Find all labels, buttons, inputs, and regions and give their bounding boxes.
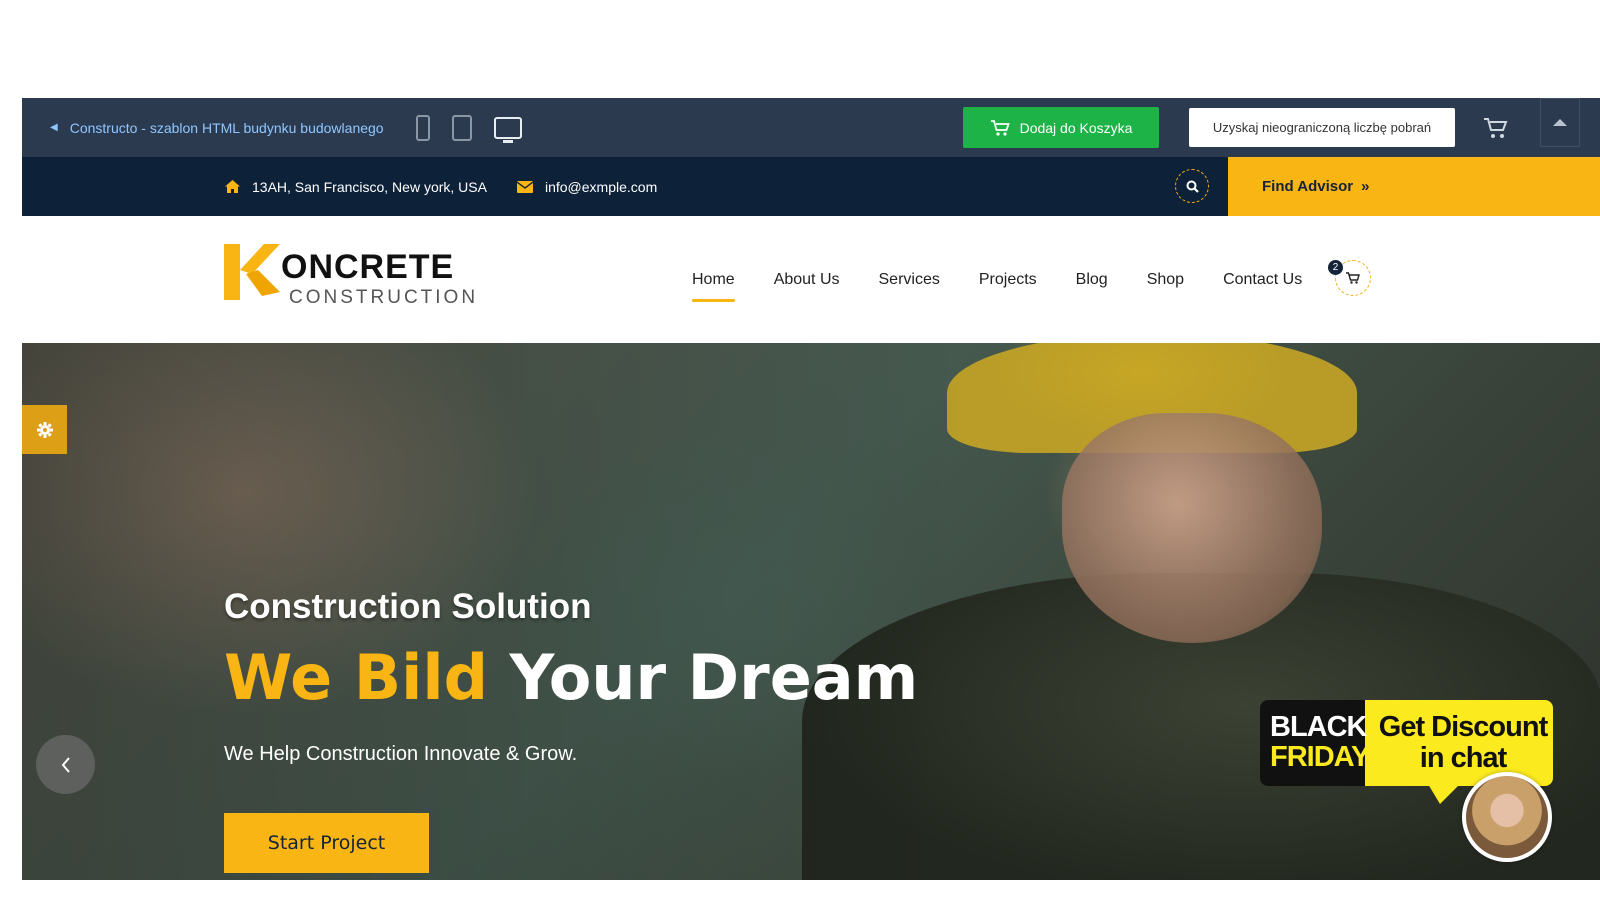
nav-contact-us[interactable]: Contact Us bbox=[1223, 271, 1302, 289]
promo-black-friday: BLACK FRIDAY bbox=[1270, 711, 1370, 773]
double-chevron-right-icon: » bbox=[1361, 178, 1370, 195]
tablet-icon[interactable] bbox=[451, 114, 472, 141]
search-icon bbox=[1186, 180, 1199, 193]
preview-toolbar: ◀ Constructo - szablon HTML budynku budo… bbox=[22, 98, 1600, 157]
hero-title-rest: Your Dream bbox=[487, 641, 919, 714]
unlimited-downloads-button[interactable]: Uzyskaj nieograniczoną liczbę pobrań bbox=[1189, 108, 1455, 147]
hero-slider: Construction Solution We Bild Your Dream… bbox=[22, 343, 1600, 880]
nav-blog[interactable]: Blog bbox=[1076, 271, 1108, 289]
address-text: 13AH, San Francisco, New york, USA bbox=[252, 178, 487, 195]
cart-icon bbox=[1346, 272, 1360, 284]
slider-prev-button[interactable] bbox=[36, 735, 95, 794]
find-advisor-label: Find Advisor bbox=[1262, 178, 1354, 195]
hero-text: We Help Construction Innovate & Grow. bbox=[224, 743, 578, 765]
address-item: 13AH, San Francisco, New york, USA bbox=[225, 179, 487, 195]
caret-left-icon: ◀ bbox=[50, 122, 58, 133]
email-text: info@exmple.com bbox=[544, 178, 658, 195]
chevron-left-icon bbox=[61, 756, 70, 773]
promo-line1: BLACK bbox=[1270, 711, 1367, 743]
nav-home[interactable]: Home bbox=[692, 271, 735, 302]
nav-services[interactable]: Services bbox=[879, 271, 940, 289]
nav-projects[interactable]: Projects bbox=[979, 271, 1037, 289]
hero-title: We Bild Your Dream bbox=[224, 641, 918, 714]
chat-agent-avatar[interactable] bbox=[1462, 772, 1552, 862]
phone-icon[interactable] bbox=[415, 114, 430, 141]
envelope-icon bbox=[516, 180, 533, 193]
add-to-cart-button[interactable]: Dodaj do Koszyka bbox=[963, 107, 1159, 148]
collapse-toolbar-button[interactable] bbox=[1540, 98, 1580, 147]
device-switcher bbox=[415, 114, 522, 143]
logo-subtitle: CONSTRUCTION bbox=[289, 287, 479, 308]
logo-k-mark bbox=[224, 244, 280, 300]
settings-toggle[interactable] bbox=[22, 405, 67, 454]
cart-icon bbox=[990, 119, 1010, 136]
nav-about-us[interactable]: About Us bbox=[774, 271, 840, 289]
cart-icon[interactable] bbox=[1483, 116, 1509, 140]
template-title: Constructo - szablon HTML budynku budowl… bbox=[69, 119, 384, 136]
caret-up-icon bbox=[1553, 119, 1567, 126]
home-icon bbox=[225, 180, 240, 193]
logo-wordmark: ONCRETE bbox=[281, 248, 455, 286]
site-logo[interactable]: ONCRETE CONSTRUCTION bbox=[224, 244, 475, 308]
hero-subtitle: Construction Solution bbox=[224, 587, 592, 626]
add-to-cart-label: Dodaj do Koszyka bbox=[1019, 119, 1133, 136]
start-project-button[interactable]: Start Project bbox=[224, 813, 429, 873]
desktop-icon[interactable] bbox=[493, 116, 522, 143]
promo-bubble-tail bbox=[1428, 784, 1460, 804]
search-button[interactable] bbox=[1175, 169, 1209, 203]
contact-infobar: 13AH, San Francisco, New york, USA info@… bbox=[22, 157, 1600, 216]
find-advisor-button[interactable]: Find Advisor » bbox=[1228, 157, 1600, 216]
gear-icon bbox=[36, 421, 53, 438]
promo-line2: FRIDAY bbox=[1270, 741, 1370, 773]
hero-title-highlight: We Bild bbox=[224, 641, 488, 714]
nav-shop[interactable]: Shop bbox=[1147, 271, 1184, 289]
promo-discount-text: Get Discount in chat bbox=[1378, 711, 1548, 774]
cart-count-badge: 2 bbox=[1328, 260, 1343, 275]
email-item[interactable]: info@exmple.com bbox=[516, 178, 658, 195]
unlimited-downloads-label: Uzyskaj nieograniczoną liczbę pobrań bbox=[1212, 120, 1432, 135]
main-navbar: ONCRETE CONSTRUCTION Home About Us Servi… bbox=[22, 216, 1600, 343]
main-menu: Home About Us Services Projects Blog Sho… bbox=[692, 216, 1341, 343]
back-to-template-link[interactable]: ◀ Constructo - szablon HTML budynku budo… bbox=[50, 120, 384, 136]
